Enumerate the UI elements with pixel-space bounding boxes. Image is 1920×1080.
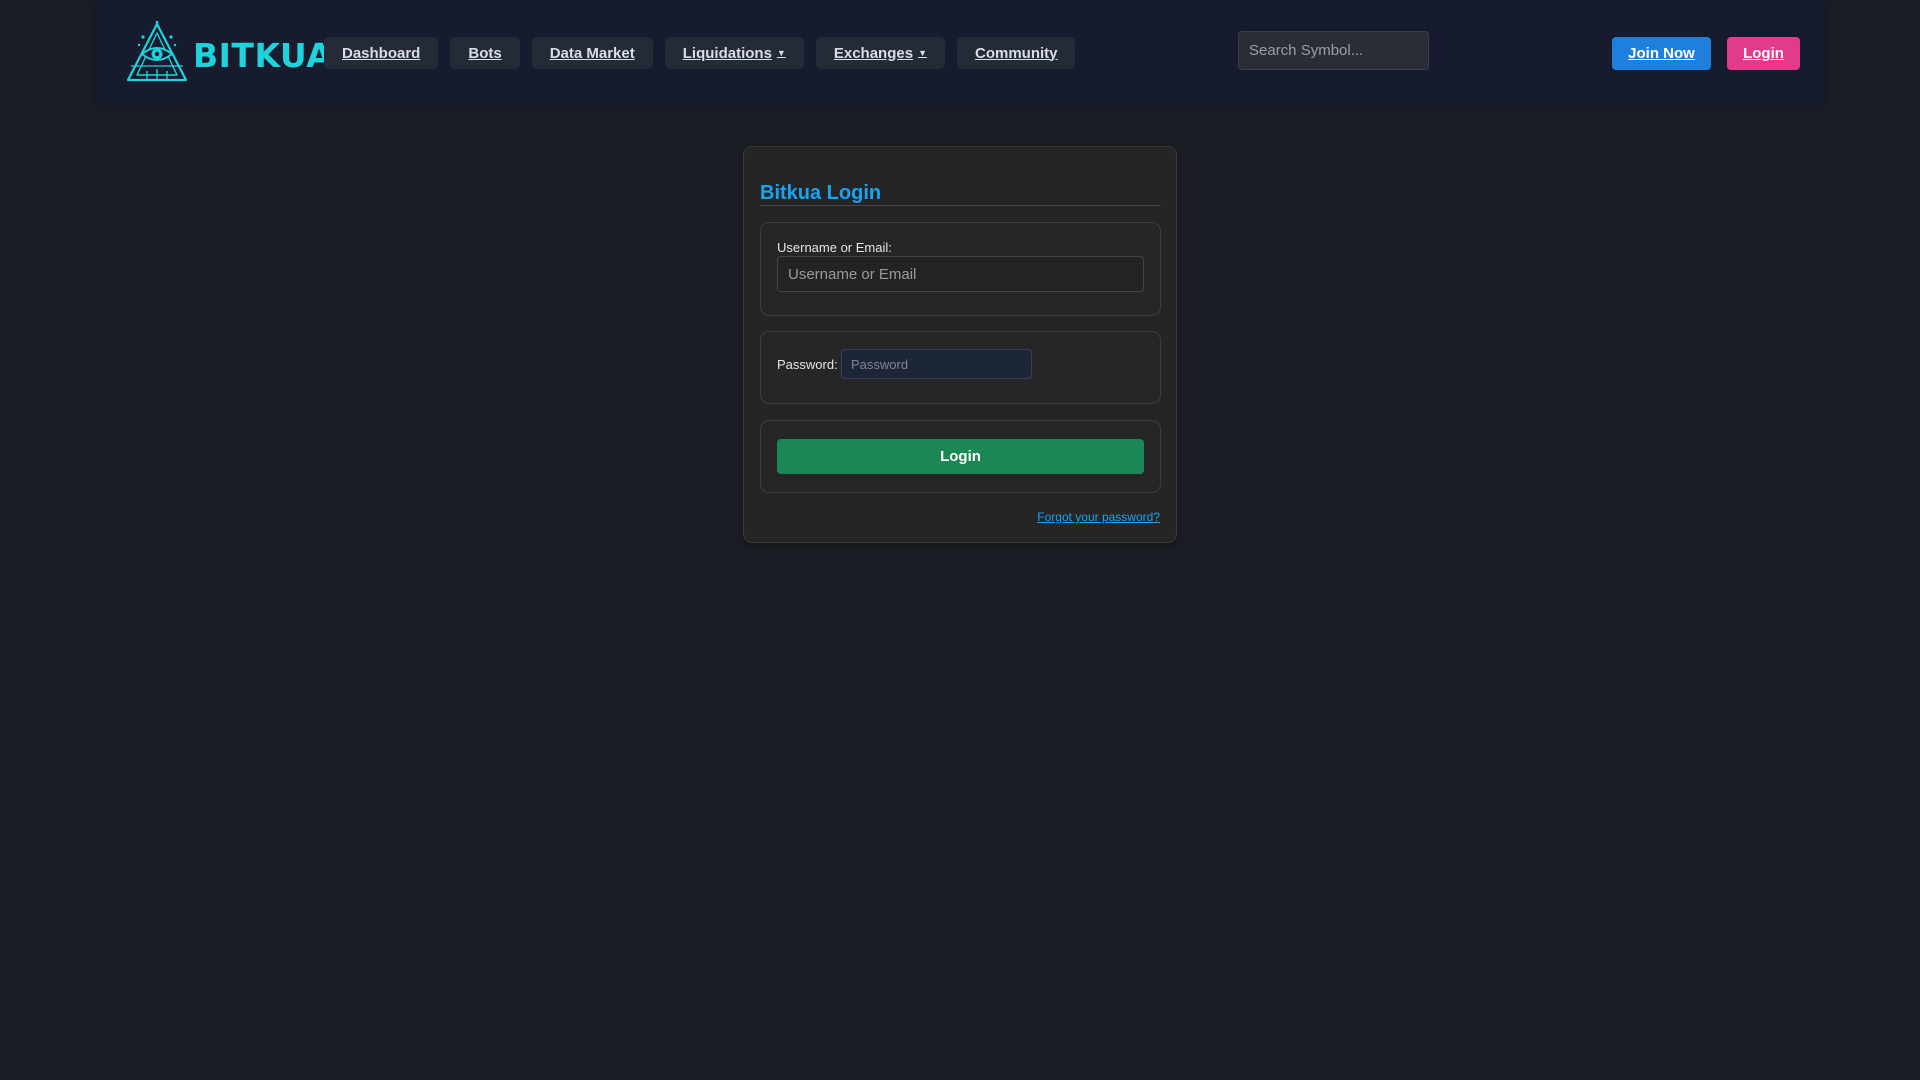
main-nav: Dashboard Bots Data Market Liquidations … (324, 37, 1076, 69)
nav-dashboard[interactable]: Dashboard (324, 37, 439, 69)
header-login-button[interactable]: Login (1727, 37, 1800, 70)
nav-community[interactable]: Community (956, 37, 1076, 69)
eye-pyramid-icon (125, 21, 189, 83)
site-logo[interactable]: BITKUA (125, 20, 332, 84)
logo-wordmark: BITKUA (193, 35, 333, 75)
nav-dashboard-label: Dashboard (342, 44, 421, 62)
password-label: Password: (777, 357, 838, 372)
symbol-search-input[interactable] (1238, 31, 1429, 70)
nav-bots[interactable]: Bots (450, 37, 520, 69)
nav-community-label: Community (974, 44, 1058, 62)
username-input[interactable] (777, 256, 1144, 292)
password-input[interactable] (841, 349, 1032, 379)
login-title: Bitkua Login (760, 183, 1161, 206)
join-now-button[interactable]: Join Now (1612, 37, 1711, 70)
nav-data-market[interactable]: Data Market (531, 37, 653, 69)
nav-exchanges-label: Exchanges (833, 44, 914, 62)
nav-liquidations-label: Liquidations (682, 44, 772, 62)
caret-down-icon: ▼ (776, 48, 786, 58)
forgot-password-link[interactable]: Forgot your password? (1037, 510, 1160, 524)
username-label: Username or Email: (777, 240, 892, 255)
submit-fieldset: Login (760, 420, 1161, 493)
username-fieldset: Username or Email: (760, 222, 1161, 316)
nav-bots-label: Bots (468, 44, 502, 62)
nav-liquidations-dropdown[interactable]: Liquidations ▼ (664, 37, 804, 69)
top-header: BITKUA Dashboard Bots Data Market Liquid… (95, 0, 1825, 105)
password-fieldset: Password: (760, 331, 1161, 404)
login-submit-button[interactable]: Login (777, 439, 1144, 474)
nav-data-market-label: Data Market (549, 44, 635, 62)
login-card: Bitkua Login Username or Email: Password… (743, 146, 1177, 543)
nav-exchanges-dropdown[interactable]: Exchanges ▼ (815, 37, 945, 69)
caret-down-icon: ▼ (918, 48, 927, 58)
